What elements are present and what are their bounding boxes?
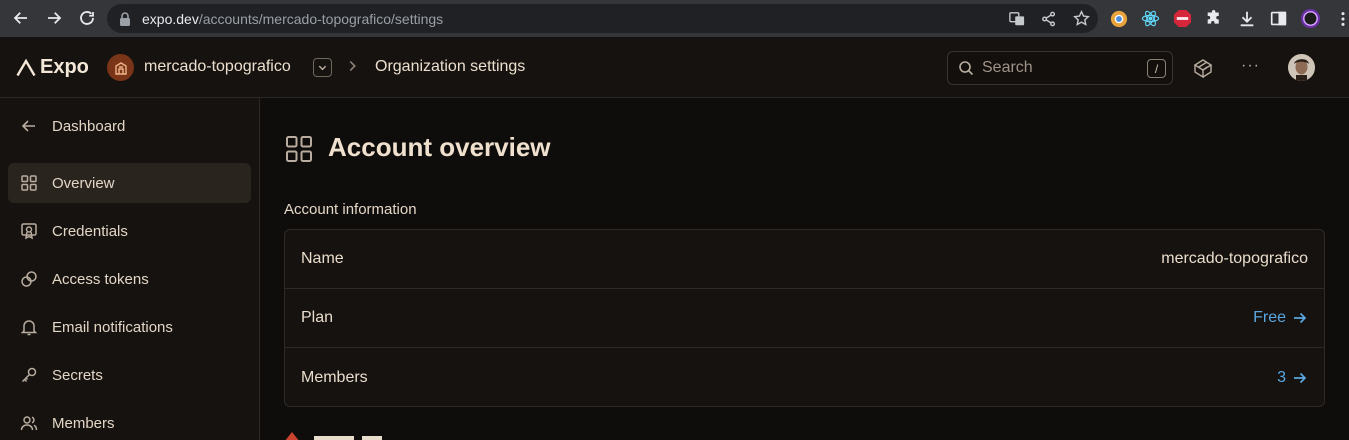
link-icon bbox=[21, 271, 37, 287]
profile-icon[interactable] bbox=[1300, 8, 1321, 29]
browser-menu-icon[interactable] bbox=[1332, 8, 1349, 29]
download-icon[interactable] bbox=[1236, 8, 1257, 29]
bell-icon bbox=[20, 320, 38, 336]
sidebar-item-members[interactable]: Members bbox=[8, 403, 251, 440]
row-value: mercado-topografico bbox=[1161, 250, 1308, 267]
forward-arrow-icon[interactable] bbox=[39, 3, 69, 33]
breadcrumb-chevron-icon bbox=[347, 58, 358, 79]
sidebar-item-access-tokens[interactable]: Access tokens bbox=[8, 259, 251, 299]
users-icon bbox=[20, 416, 38, 431]
expo-logo-icon bbox=[16, 58, 36, 76]
grid-icon bbox=[21, 175, 37, 191]
certificate-icon bbox=[21, 223, 37, 240]
page-title: Account overview bbox=[328, 132, 551, 162]
side-panel-icon[interactable] bbox=[1268, 8, 1289, 29]
sidebar-item-label: Dashboard bbox=[52, 117, 126, 135]
expo-logo[interactable]: Expo bbox=[16, 56, 89, 79]
more-options-icon[interactable]: ··· bbox=[1241, 57, 1260, 75]
back-arrow-icon[interactable] bbox=[6, 3, 36, 33]
row-label: Members bbox=[301, 368, 368, 386]
row-label: Plan bbox=[301, 309, 334, 326]
url-host: expo.dev bbox=[142, 10, 199, 27]
translate-icon[interactable] bbox=[1008, 10, 1026, 28]
info-row-plan: Plan Free bbox=[285, 289, 1324, 348]
row-value: 3 bbox=[1277, 368, 1286, 386]
warning-icon bbox=[285, 432, 299, 440]
puzzle-extensions-icon[interactable] bbox=[1204, 8, 1225, 29]
plan-link[interactable]: Free bbox=[1253, 309, 1308, 327]
org-avatar[interactable] bbox=[107, 54, 134, 81]
members-link[interactable]: 3 bbox=[1277, 369, 1308, 387]
arrow-right-icon bbox=[1294, 312, 1307, 324]
sidebar-item-email-notifications[interactable]: Email notifications bbox=[8, 307, 251, 347]
breadcrumb-current-page[interactable]: Organization settings bbox=[375, 58, 525, 76]
sidebar-item-label: Access tokens bbox=[52, 270, 149, 288]
sidebar: Dashboard Overview Credentials Access to… bbox=[0, 98, 260, 440]
row-value: Free bbox=[1253, 309, 1286, 326]
sidebar-item-label: Credentials bbox=[52, 222, 128, 240]
url-path: /accounts/mercado-topografico/settings bbox=[198, 10, 444, 27]
sidebar-item-label: Email notifications bbox=[52, 318, 173, 336]
next-section-partial bbox=[284, 432, 394, 440]
url-text: expo.dev/accounts/mercado-topografico/se… bbox=[142, 11, 443, 27]
search-input[interactable] bbox=[982, 59, 1132, 77]
org-switcher-button[interactable] bbox=[313, 58, 332, 77]
account-info-card: Name mercado-topografico Plan Free Membe… bbox=[284, 229, 1325, 407]
sidebar-item-overview[interactable]: Overview bbox=[8, 163, 251, 203]
search-shortcut-key: / bbox=[1147, 59, 1166, 78]
chevron-down-icon bbox=[318, 65, 327, 71]
sidebar-item-label: Overview bbox=[52, 174, 115, 192]
key-icon bbox=[21, 367, 37, 383]
grid-icon bbox=[286, 136, 312, 162]
sidebar-item-label: Secrets bbox=[52, 366, 103, 384]
chrome-extension-icon[interactable] bbox=[1108, 8, 1129, 29]
app-header: Expo mercado-topografico Organization se… bbox=[0, 37, 1349, 98]
lock-icon bbox=[120, 11, 130, 26]
address-bar[interactable]: expo.dev/accounts/mercado-topografico/se… bbox=[107, 4, 1098, 33]
org-name[interactable]: mercado-topografico bbox=[144, 58, 291, 76]
info-row-members: Members 3 bbox=[285, 348, 1324, 407]
bookmark-star-icon[interactable] bbox=[1072, 10, 1090, 28]
sidebar-item-secrets[interactable]: Secrets bbox=[8, 355, 251, 395]
search-icon bbox=[959, 61, 974, 76]
arrow-left-icon bbox=[21, 120, 35, 132]
building-icon bbox=[114, 61, 127, 75]
sidebar-back-dashboard[interactable]: Dashboard bbox=[8, 106, 251, 146]
logo-text: Expo bbox=[40, 56, 89, 78]
row-label: Name bbox=[301, 250, 344, 267]
snack-icon[interactable] bbox=[1192, 57, 1214, 84]
main-content: Account overview Account information Nam… bbox=[261, 98, 1349, 440]
browser-toolbar: expo.dev/accounts/mercado-topografico/se… bbox=[0, 0, 1349, 37]
share-icon[interactable] bbox=[1040, 10, 1058, 28]
reload-icon[interactable] bbox=[72, 3, 102, 33]
sidebar-item-credentials[interactable]: Credentials bbox=[8, 211, 251, 251]
user-avatar[interactable] bbox=[1288, 54, 1315, 81]
react-devtools-icon[interactable] bbox=[1140, 8, 1161, 29]
cut-off-heading bbox=[314, 436, 382, 440]
search-box[interactable]: / bbox=[947, 51, 1173, 85]
section-heading: Account information bbox=[284, 201, 417, 218]
info-row-name: Name mercado-topografico bbox=[285, 230, 1324, 289]
arrow-right-icon bbox=[1294, 372, 1307, 383]
adblock-icon[interactable] bbox=[1172, 8, 1193, 29]
sidebar-item-label: Members bbox=[52, 414, 115, 432]
